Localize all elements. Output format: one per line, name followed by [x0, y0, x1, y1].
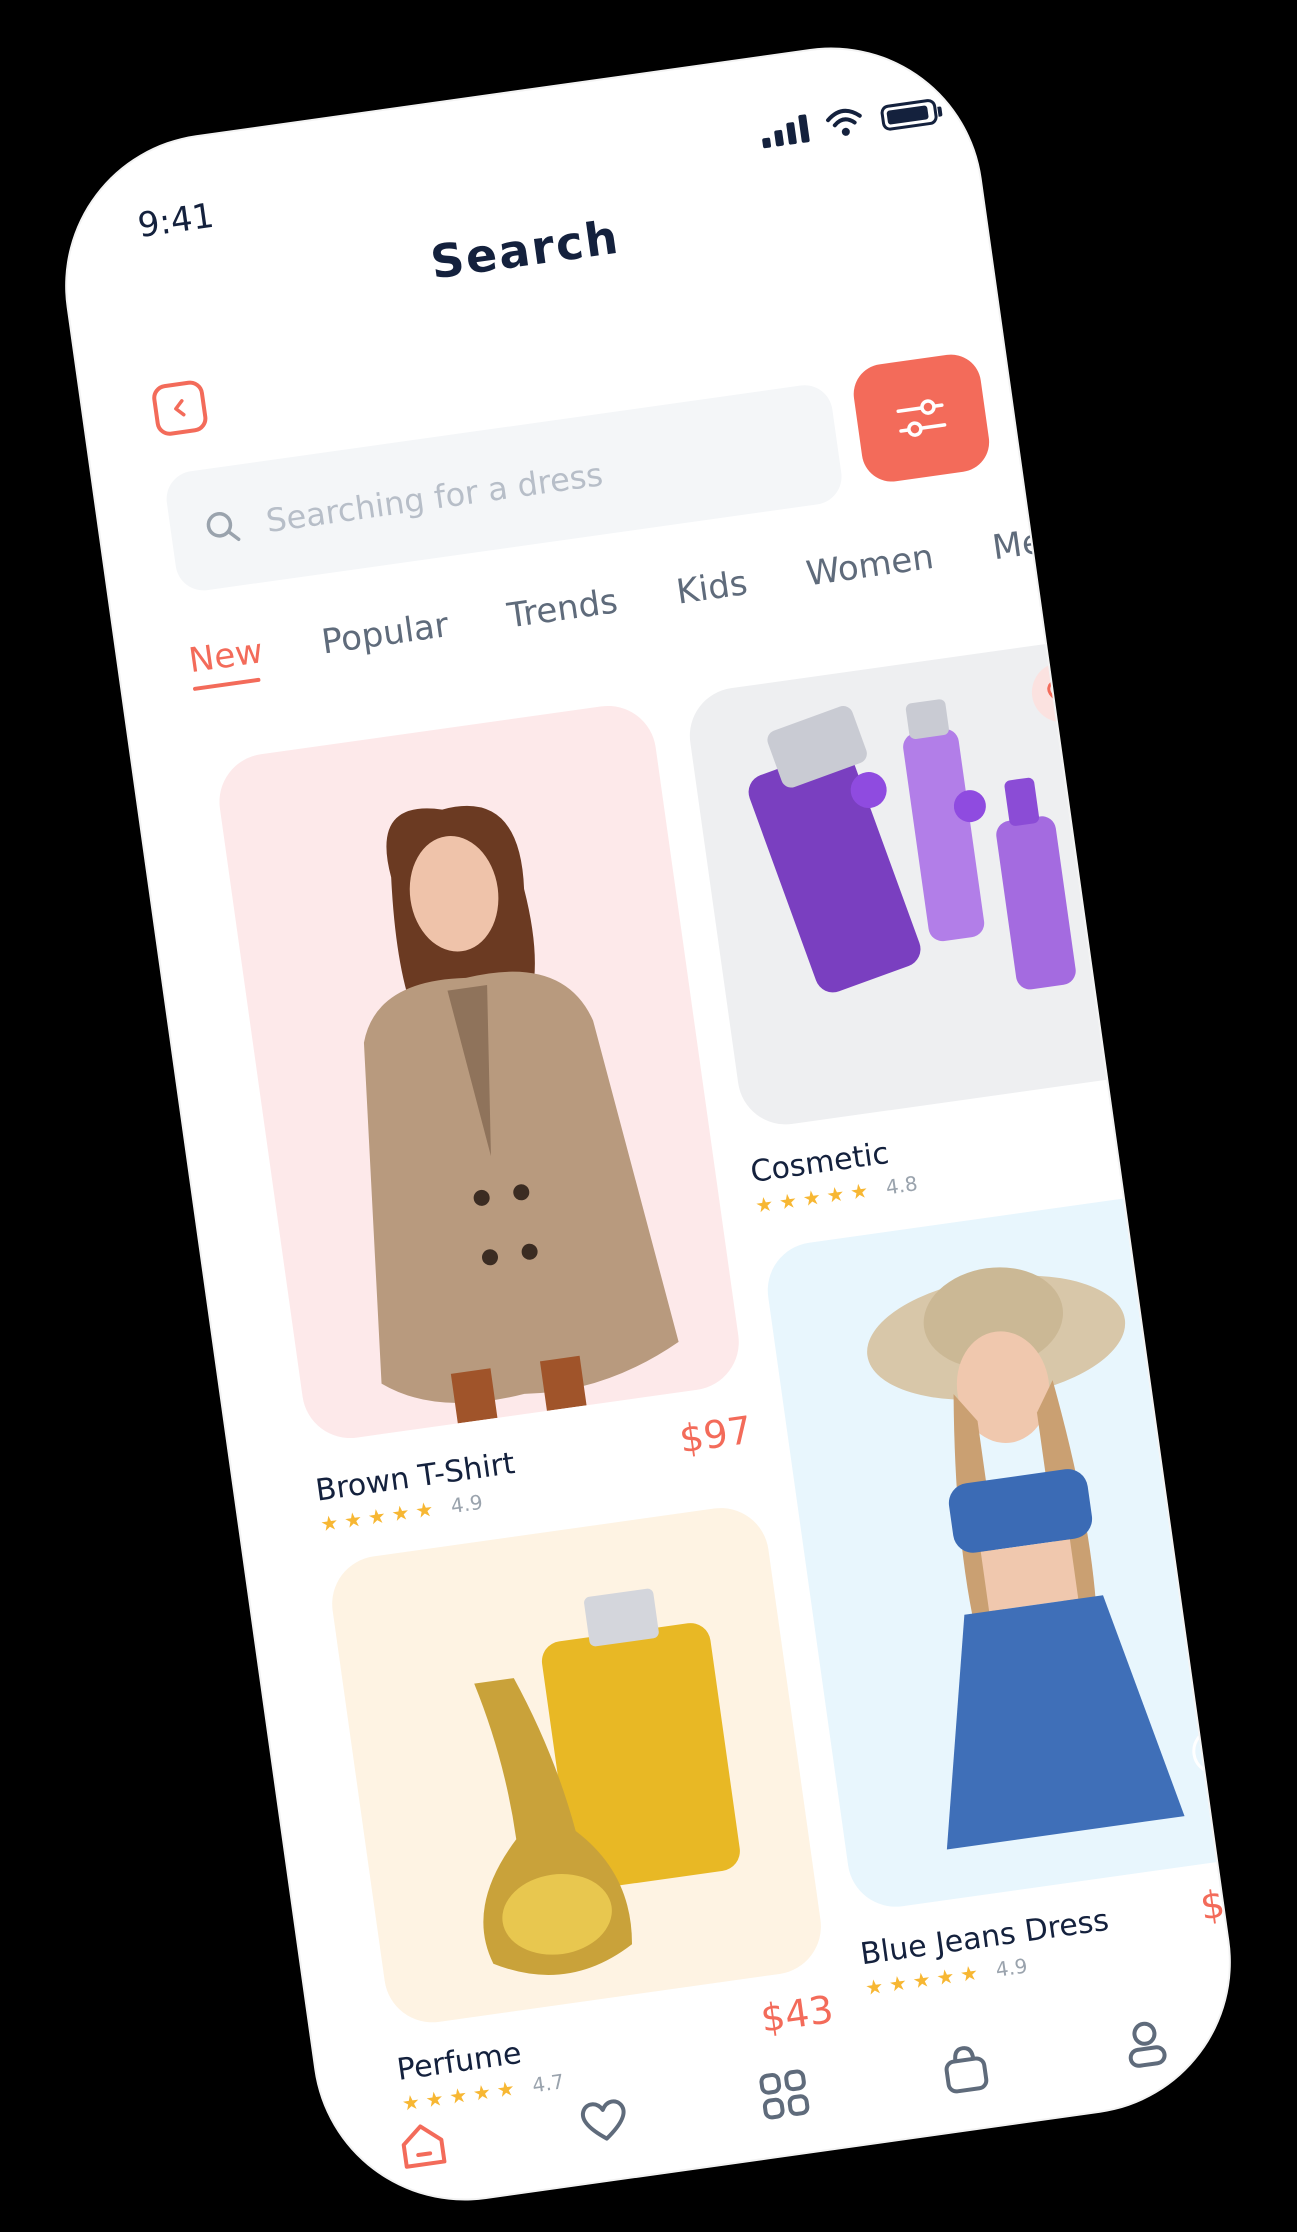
sliders-icon [896, 399, 947, 437]
star-icon: ★ [863, 1973, 885, 2001]
home-icon [401, 2124, 447, 2169]
page-title: Search [427, 209, 623, 290]
status-icons [759, 94, 939, 149]
star-icon: ★ [934, 1963, 956, 1991]
product-image-blue-jeans-dress[interactable] [761, 1188, 1249, 1913]
nav-profile[interactable] [1106, 2004, 1185, 2083]
rating-value: 4.8 [884, 1171, 920, 1200]
rating-value: 4.9 [994, 1953, 1029, 1982]
tab-popular[interactable]: Popular [319, 605, 451, 662]
product-price: $125 [1197, 1871, 1249, 1929]
heart-icon [580, 2099, 625, 2141]
star-icon: ★ [777, 1188, 799, 1215]
back-button[interactable] [150, 378, 210, 438]
product-image-brown-tshirt[interactable] [213, 699, 745, 1445]
tab-trends[interactable]: Trends [505, 581, 620, 636]
star-icon: ★ [342, 1506, 364, 1534]
star-icon: ★ [958, 1960, 980, 1987]
signal-icon [759, 114, 810, 149]
product-image-cosmetic[interactable] [683, 633, 1181, 1131]
heart-icon [1047, 679, 1076, 706]
perfume-bottles-illustration [474, 1588, 740, 1975]
search-icon [206, 512, 241, 542]
phone-screen: 9:41 Search Searching for a dress New Po… [47, 30, 1249, 2218]
bag-icon [944, 2046, 988, 2094]
search-input[interactable] [261, 426, 806, 542]
search-bar[interactable] [162, 381, 846, 595]
tab-men[interactable]: Me [990, 522, 1045, 569]
chevron-left-icon [174, 399, 186, 417]
product-price: $97 [1111, 1089, 1190, 1143]
star-icon: ★ [389, 1500, 412, 1527]
star-icon: ★ [911, 1967, 933, 1994]
star-icon: ★ [887, 1970, 909, 1997]
woman-blazer-illustration [363, 805, 679, 1434]
status-time: 9:41 [135, 195, 217, 247]
star-icon: ★ [824, 1181, 846, 1208]
star-icon: ★ [848, 1178, 870, 1205]
nav-categories[interactable] [745, 2055, 824, 2134]
star-icon: ★ [366, 1503, 388, 1530]
star-icon: ★ [753, 1191, 775, 1218]
nav-home[interactable] [383, 2106, 462, 2185]
wifi-icon [826, 108, 862, 136]
battery-icon [879, 98, 939, 132]
product-image-perfume[interactable] [325, 1501, 828, 2029]
woman-hat-illustration [867, 1267, 1240, 1850]
filter-button[interactable] [849, 350, 994, 486]
user-icon [1128, 2021, 1167, 2068]
stage: 9:41 Search Searching for a dress New Po… [0, 0, 1297, 2232]
star-icon: ★ [801, 1184, 823, 1212]
tab-new[interactable]: New [186, 631, 265, 681]
tab-kids[interactable]: Kids [674, 563, 750, 612]
nav-favorites[interactable] [564, 2080, 643, 2159]
tab-women[interactable]: Women [804, 537, 936, 594]
star-icon: ★ [318, 1510, 340, 1537]
nav-cart[interactable] [926, 2030, 1005, 2109]
grid-icon [759, 2069, 810, 2120]
cosmetic-bottles-illustration [748, 699, 1076, 993]
star-icon: ★ [413, 1496, 435, 1524]
rating-value: 4.9 [449, 1489, 485, 1519]
